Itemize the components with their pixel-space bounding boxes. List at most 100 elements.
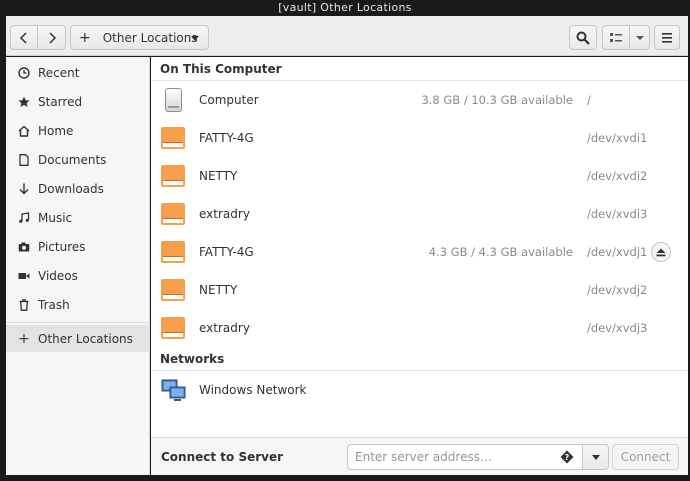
- chevron-down-icon: [191, 36, 199, 41]
- network-computers-icon: [161, 378, 186, 402]
- header-bar: + Other Locations: [2, 16, 688, 56]
- device-row[interactable]: FATTY-4G /dev/xvdi1: [151, 119, 688, 157]
- network-row[interactable]: Windows Network: [151, 371, 688, 409]
- sidebar-item-label: Home: [38, 123, 74, 138]
- device-name: NETTY: [199, 283, 238, 297]
- plus-icon: +: [79, 29, 91, 46]
- device-path: /: [587, 93, 591, 107]
- music-note-icon: [18, 211, 30, 224]
- svg-text:?: ?: [565, 453, 570, 462]
- sidebar-item-other-locations[interactable]: + Other Locations: [6, 325, 150, 352]
- harddisk-icon: [161, 88, 185, 112]
- main-menu-button[interactable]: [654, 25, 680, 50]
- connect-button[interactable]: Connect: [612, 444, 679, 470]
- sidebar-item-label: Starred: [38, 94, 83, 109]
- sidebar-item-label: Documents: [38, 152, 107, 167]
- device-row[interactable]: extradry /dev/xvdj3: [151, 309, 688, 347]
- star-icon: [18, 96, 30, 108]
- trash-icon: [18, 298, 30, 311]
- device-path: /dev/xvdi3: [587, 207, 648, 221]
- drive-icon: [161, 126, 185, 150]
- sidebar-item-label: Trash: [38, 297, 70, 312]
- forward-button[interactable]: [38, 25, 66, 50]
- section-title-on-this-computer: On This Computer: [160, 62, 282, 76]
- help-icon[interactable]: ?: [560, 450, 574, 464]
- device-path: /dev/xvdj1: [587, 245, 648, 259]
- drive-icon: [161, 202, 185, 226]
- device-name: Computer: [199, 93, 259, 107]
- sidebar-item-documents[interactable]: Documents: [6, 146, 150, 173]
- location-button[interactable]: + Other Locations: [70, 25, 209, 50]
- eject-button[interactable]: [651, 242, 671, 262]
- location-label: Other Locations: [102, 30, 198, 45]
- download-arrow-icon: [18, 183, 30, 195]
- device-row[interactable]: extradry /dev/xvdi3: [151, 195, 688, 233]
- window-frame: [0, 475, 690, 481]
- device-name: extradry: [199, 207, 250, 221]
- sidebar-item-trash[interactable]: Trash: [6, 291, 150, 318]
- drive-icon: [161, 164, 185, 188]
- device-path: /dev/xvdi2: [587, 169, 648, 183]
- drive-icon: [161, 240, 185, 264]
- list-view-icon: [610, 32, 622, 42]
- sidebar-item-home[interactable]: Home: [6, 117, 150, 144]
- device-path: /dev/xvdj3: [587, 321, 648, 335]
- connect-label: Connect to Server: [161, 450, 284, 464]
- device-name: NETTY: [199, 169, 238, 183]
- sidebar-item-pictures[interactable]: Pictures: [6, 233, 150, 260]
- device-name: FATTY-4G: [199, 245, 254, 259]
- hamburger-menu-icon: [662, 32, 672, 43]
- device-row[interactable]: Computer 3.8 GB / 10.3 GB available /: [151, 81, 688, 119]
- search-button[interactable]: [569, 25, 597, 50]
- nav-buttons: [10, 25, 66, 50]
- sidebar-item-label: Pictures: [38, 239, 86, 254]
- sidebar: Recent Starred Home Documents Downloads …: [6, 57, 150, 475]
- sidebar-item-downloads[interactable]: Downloads: [6, 175, 150, 202]
- sidebar-separator: [6, 322, 150, 323]
- drive-icon: [161, 316, 185, 340]
- server-history-dropdown[interactable]: [582, 444, 609, 470]
- window-frame: [0, 16, 6, 481]
- view-toggle-group: [602, 25, 650, 50]
- camera-icon: [18, 241, 30, 253]
- window-title: [vault] Other Locations: [0, 0, 690, 16]
- device-name: extradry: [199, 321, 250, 335]
- device-path: /dev/xvdj2: [587, 283, 648, 297]
- chevron-right-icon: [48, 31, 56, 44]
- device-space: 3.8 GB / 10.3 GB available: [421, 93, 573, 107]
- device-space: 4.3 GB / 4.3 GB available: [428, 245, 573, 259]
- connect-to-server-bar: Connect to Server ? Connect: [151, 437, 688, 475]
- sidebar-item-label: Other Locations: [38, 331, 133, 346]
- sidebar-item-music[interactable]: Music: [6, 204, 150, 231]
- clock-icon: [18, 66, 30, 79]
- view-mode-button[interactable]: [602, 25, 630, 50]
- sidebar-item-recent[interactable]: Recent: [6, 59, 150, 86]
- video-icon: [18, 270, 30, 282]
- device-row[interactable]: NETTY /dev/xvdj2: [151, 271, 688, 309]
- drive-icon: [161, 278, 185, 302]
- device-row[interactable]: NETTY /dev/xvdi2: [151, 157, 688, 195]
- sidebar-item-videos[interactable]: Videos: [6, 262, 150, 289]
- sidebar-item-label: Downloads: [38, 181, 104, 196]
- network-name: Windows Network: [199, 383, 307, 397]
- device-name: FATTY-4G: [199, 131, 254, 145]
- home-icon: [18, 125, 30, 137]
- chevron-down-icon: [591, 454, 600, 460]
- plus-icon: +: [18, 330, 30, 347]
- chevron-down-icon: [635, 35, 644, 40]
- back-button[interactable]: [10, 25, 38, 50]
- section-title-networks: Networks: [160, 352, 225, 366]
- server-address-input[interactable]: [347, 444, 583, 470]
- device-row[interactable]: FATTY-4G 4.3 GB / 4.3 GB available /dev/…: [151, 233, 688, 271]
- sidebar-item-label: Videos: [38, 268, 78, 283]
- document-icon: [18, 153, 30, 166]
- sidebar-item-label: Music: [38, 210, 73, 225]
- file-manager-window: [vault] Other Locations + Other Location…: [0, 0, 690, 481]
- view-options-button[interactable]: [629, 25, 650, 50]
- chevron-left-icon: [19, 31, 27, 44]
- sidebar-item-starred[interactable]: Starred: [6, 88, 150, 115]
- device-path: /dev/xvdi1: [587, 131, 648, 145]
- locations-view: On This Computer Computer 3.8 GB / 10.3 …: [151, 57, 688, 437]
- sidebar-item-label: Recent: [38, 65, 80, 80]
- eject-icon: [656, 248, 666, 256]
